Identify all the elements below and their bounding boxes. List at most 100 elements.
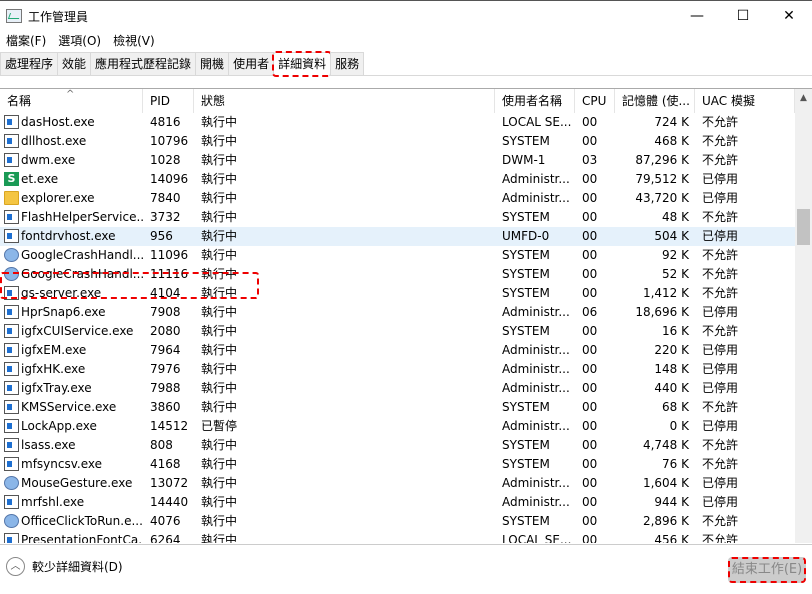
cell-status: 執行中 xyxy=(201,457,238,471)
table-row[interactable]: dllhost.exe 10796 執行中 SYSTEM 00 468 K 不允許 xyxy=(0,132,795,151)
table-row[interactable]: igfxTray.exe 7988 執行中 Administr... 00 440 K 已停… xyxy=(0,379,795,398)
menu-options[interactable]: 選項(O) xyxy=(52,31,107,51)
cell-uac: 不允許 xyxy=(702,457,739,471)
close-button[interactable]: ✕ xyxy=(766,1,812,31)
fewer-details-button[interactable]: ︿ 較少詳細資料(D) xyxy=(6,557,123,576)
vertical-scrollbar[interactable]: ▲ xyxy=(795,89,812,543)
table-row[interactable]: KMSService.exe 3860 執行中 SYSTEM 00 68 K 不允許 xyxy=(0,398,795,417)
cell-name: HprSnap6.exe xyxy=(21,305,106,319)
cell-mem: 440 K xyxy=(654,381,689,395)
cell-user: Administr... xyxy=(502,191,570,205)
menu-view[interactable]: 檢視(V) xyxy=(107,31,161,51)
cell-cpu: 00 xyxy=(582,324,598,338)
table-row[interactable]: dwm.exe 1028 執行中 DWM-1 03 87,296 K 不允許 xyxy=(0,151,795,170)
table-row[interactable]: mrfshl.exe 14440 執行中 Administr... 00 944 K 已停用 xyxy=(0,493,795,512)
cell-name: igfxCUIService.exe xyxy=(21,324,134,338)
cell-user: SYSTEM xyxy=(502,134,550,148)
cell-name: LockApp.exe xyxy=(21,419,97,433)
table-row[interactable]: igfxHK.exe 7976 執行中 Administr... 00 148 K 已停用 xyxy=(0,360,795,379)
cell-user: SYSTEM xyxy=(502,248,550,262)
cell-pid: 14512 xyxy=(150,419,189,433)
table-row[interactable]: GoogleCrashHandl... 11116 執行中 SYSTEM 00 52 K 不… xyxy=(0,265,795,284)
scroll-up-icon[interactable]: ▲ xyxy=(795,93,812,103)
column-header-user[interactable]: 使用者名稱 xyxy=(495,89,575,113)
cell-name: igfxEM.exe xyxy=(21,343,87,357)
end-task-button[interactable]: 結束工作(E) xyxy=(728,557,806,583)
cell-status: 執行中 xyxy=(201,495,238,509)
table-row[interactable]: fontdrvhost.exe 956 執行中 UMFD-0 00 504 K 已停用 xyxy=(0,227,795,246)
table-row[interactable]: igfxEM.exe 7964 執行中 Administr... 00 220 K 已停用 xyxy=(0,341,795,360)
cell-status: 執行中 xyxy=(201,400,238,414)
table-row[interactable]: Set.exe 14096 執行中 Administr... 00 79,512 K 已停用 xyxy=(0,170,795,189)
cell-pid: 13072 xyxy=(150,476,189,490)
cell-user: SYSTEM xyxy=(502,267,550,281)
table-row[interactable]: FlashHelperService.... 3732 執行中 SYSTEM 00 48 … xyxy=(0,208,795,227)
cell-name: igfxHK.exe xyxy=(21,362,86,376)
cell-uac: 不允許 xyxy=(702,210,739,224)
cell-mem: 16 K xyxy=(662,324,689,338)
cell-pid: 7976 xyxy=(150,362,181,376)
scrollbar-thumb[interactable] xyxy=(797,209,810,245)
cell-user: Administr... xyxy=(502,362,570,376)
cell-user: UMFD-0 xyxy=(502,229,550,243)
table-row[interactable]: mfsyncsv.exe 4168 執行中 SYSTEM 00 76 K 不允許 xyxy=(0,455,795,474)
cell-cpu: 00 xyxy=(582,495,598,509)
table-row[interactable]: MouseGesture.exe 13072 執行中 Administr... 00 1,… xyxy=(0,474,795,493)
tab-performance[interactable]: 效能 xyxy=(57,52,92,75)
cell-status: 已暫停 xyxy=(201,419,238,433)
column-header-name[interactable]: 名稱 ^ xyxy=(0,89,143,113)
cell-name: lsass.exe xyxy=(21,438,76,452)
tab-services[interactable]: 服務 xyxy=(330,52,365,75)
cell-mem: 87,296 K xyxy=(635,153,689,167)
cell-status: 執行中 xyxy=(201,343,238,357)
cell-uac: 不允許 xyxy=(702,438,739,452)
cell-name: MouseGesture.exe xyxy=(21,476,133,490)
title-bar: 工作管理員 — ☐ ✕ xyxy=(0,0,812,30)
table-row[interactable]: PresentationFontCa... 6264 執行中 LOCAL SE... 0… xyxy=(0,531,795,543)
tab-processes[interactable]: 處理程序 xyxy=(0,52,59,75)
cell-uac: 已停用 xyxy=(702,229,739,243)
cell-status: 執行中 xyxy=(201,267,238,281)
minimize-button[interactable]: — xyxy=(674,1,720,31)
cell-cpu: 00 xyxy=(582,457,598,471)
maximize-button[interactable]: ☐ xyxy=(720,1,766,31)
cell-mem: 944 K xyxy=(654,495,689,509)
cell-pid: 7908 xyxy=(150,305,181,319)
cell-name: FlashHelperService.... xyxy=(21,210,143,224)
cell-pid: 956 xyxy=(150,229,173,243)
menu-file[interactable]: 檔案(F) xyxy=(0,31,52,51)
table-row[interactable]: gs-server.exe 4104 執行中 SYSTEM 00 1,412 K 不允許 xyxy=(0,284,795,303)
cell-name: fontdrvhost.exe xyxy=(21,229,116,243)
tab-details[interactable]: 詳細資料 xyxy=(272,51,333,77)
column-header-cpu[interactable]: CPU xyxy=(575,89,615,113)
table-row[interactable]: OfficeClickToRun.e... 4076 執行中 SYSTEM 00 2,89… xyxy=(0,512,795,531)
cell-user: Administr... xyxy=(502,381,570,395)
cell-mem: 504 K xyxy=(654,229,689,243)
table-row[interactable]: lsass.exe 808 執行中 SYSTEM 00 4,748 K 不允許 xyxy=(0,436,795,455)
column-header-pid[interactable]: PID xyxy=(143,89,194,113)
tab-users[interactable]: 使用者 xyxy=(228,52,275,75)
table-row[interactable]: HprSnap6.exe 7908 執行中 Administr... 06 18,696 … xyxy=(0,303,795,322)
table-row[interactable]: GoogleCrashHandl... 11096 執行中 SYSTEM 00 92 K 不… xyxy=(0,246,795,265)
table-row[interactable]: LockApp.exe 14512 已暫停 Administr... 00 0 K 已停用 xyxy=(0,417,795,436)
cell-mem: 4,748 K xyxy=(642,438,689,452)
cell-user: LOCAL SE... xyxy=(502,115,572,129)
table-row[interactable]: explorer.exe 7840 執行中 Administr... 00 43,720 … xyxy=(0,189,795,208)
table-body: dasHost.exe 4816 執行中 LOCAL SE... 00 724 K 不允許 d… xyxy=(0,113,795,543)
cell-pid: 2080 xyxy=(150,324,181,338)
tab-app-history[interactable]: 應用程式歷程記錄 xyxy=(90,52,197,75)
cell-mem: 1,412 K xyxy=(642,286,689,300)
cell-pid: 1028 xyxy=(150,153,181,167)
column-header-status[interactable]: 狀態 xyxy=(194,89,495,113)
cell-cpu: 00 xyxy=(582,362,598,376)
column-header-memory[interactable]: 記憶體 (使... xyxy=(615,89,695,113)
column-header-uac[interactable]: UAC 模擬 xyxy=(695,89,795,113)
cell-uac: 已停用 xyxy=(702,343,739,357)
tab-startup[interactable]: 開機 xyxy=(195,52,230,75)
table-row[interactable]: igfxCUIService.exe 2080 執行中 SYSTEM 00 16 K 不允許 xyxy=(0,322,795,341)
cell-status: 執行中 xyxy=(201,286,238,300)
cell-user: SYSTEM xyxy=(502,457,550,471)
cell-cpu: 00 xyxy=(582,286,598,300)
table-row[interactable]: dasHost.exe 4816 執行中 LOCAL SE... 00 724 K 不允許 xyxy=(0,113,795,132)
cell-uac: 不允許 xyxy=(702,248,739,262)
